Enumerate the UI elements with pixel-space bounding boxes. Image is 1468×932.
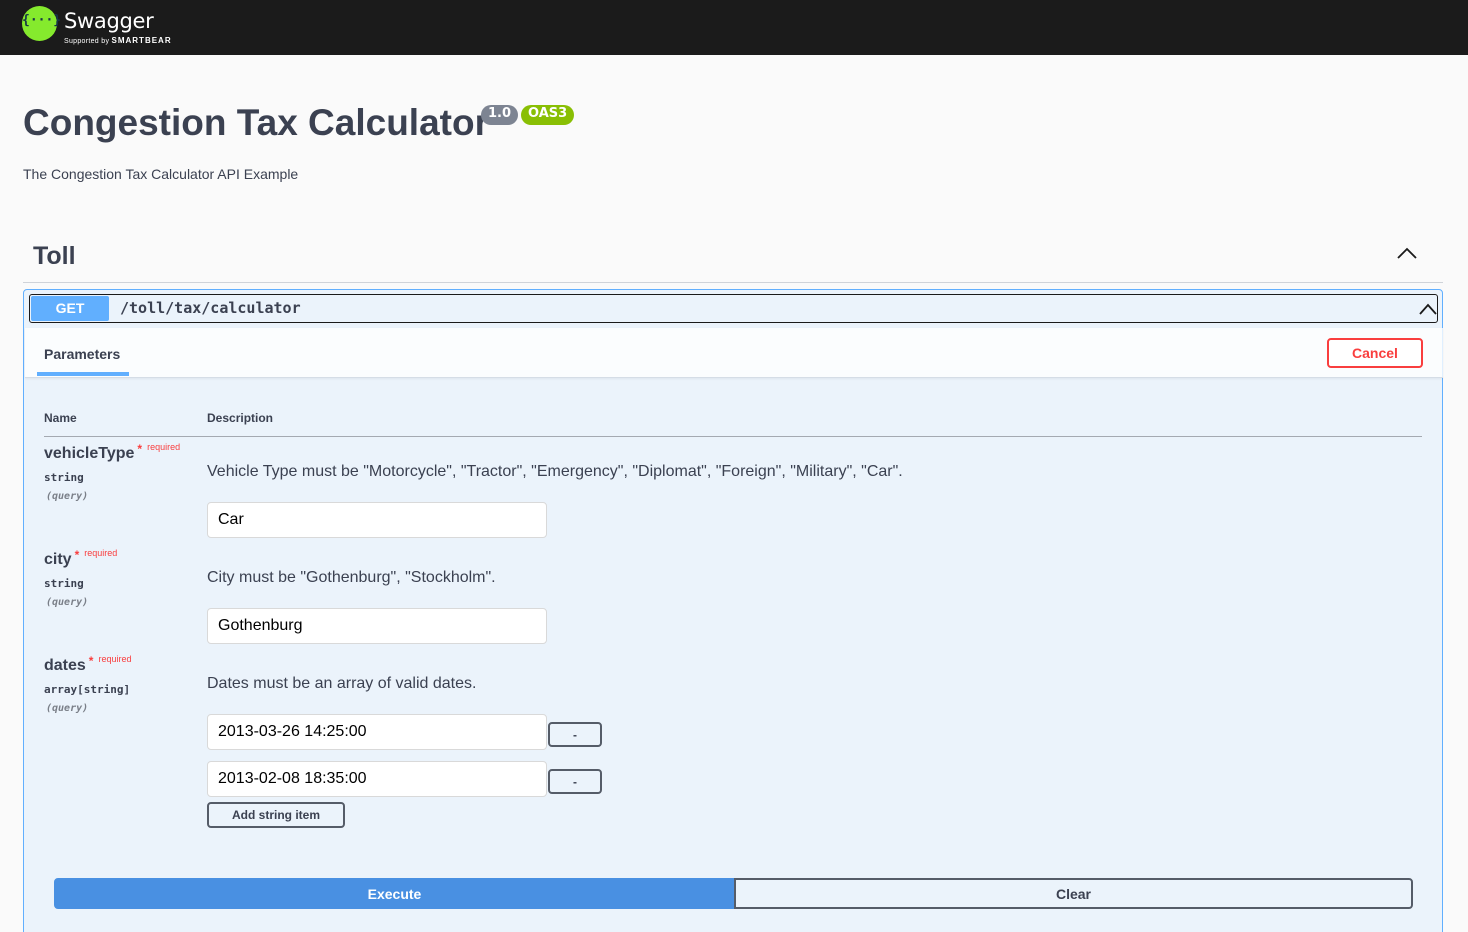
operation-summary[interactable]: GET /toll/tax/calculator	[29, 294, 1438, 323]
header-divider	[44, 436, 1422, 437]
required-star: *	[137, 442, 143, 456]
swagger-logo-icon: {···}	[22, 6, 62, 41]
page-title: Congestion Tax Calculator	[23, 102, 489, 143]
param-name-city: city * required	[44, 548, 118, 569]
param-type: string	[44, 471, 84, 484]
brand-name: Swagger	[64, 9, 154, 33]
api-description: The Congestion Tax Calculator API Exampl…	[23, 166, 299, 182]
operation-path: /toll/tax/calculator	[120, 299, 301, 317]
cancel-button[interactable]: Cancel	[1327, 338, 1423, 368]
logo-symbol: {···}	[22, 13, 62, 28]
date-item-input[interactable]	[207, 714, 547, 750]
param-name-vehicletype: vehicleType * required	[44, 442, 181, 463]
param-name-text: vehicleType	[44, 445, 135, 462]
tag-name: Toll	[33, 242, 76, 270]
required-star: *	[74, 548, 80, 562]
column-header-name: Name	[44, 411, 77, 425]
remove-item-button[interactable]: -	[548, 769, 602, 794]
vehicletype-input[interactable]	[207, 502, 547, 538]
topbar: {···} Swagger Supported by SMARTBEAR	[0, 0, 1468, 55]
tagline-prefix: Supported by	[64, 38, 110, 45]
param-location: (query)	[46, 597, 89, 608]
column-header-description: Description	[207, 411, 274, 425]
param-description: Dates must be an array of valid dates.	[207, 675, 477, 692]
chevron-up-icon[interactable]	[1396, 246, 1418, 260]
chevron-up-icon[interactable]	[1419, 302, 1437, 316]
required-label: required	[98, 654, 132, 664]
param-name-dates: dates * required	[44, 654, 132, 675]
required-star: *	[88, 654, 94, 668]
clear-button[interactable]: Clear	[734, 878, 1413, 909]
method-badge: GET	[31, 296, 109, 321]
param-description: City must be "Gothenburg", "Stockholm".	[207, 569, 496, 586]
swagger-logo[interactable]: {···} Swagger Supported by SMARTBEAR	[22, 6, 182, 48]
tab-underline	[37, 372, 129, 376]
tab-parameters[interactable]: Parameters	[44, 346, 120, 362]
param-type: string	[44, 577, 84, 590]
oas-badge: OAS3	[521, 105, 575, 125]
param-location: (query)	[46, 491, 89, 502]
param-name-text: dates	[44, 657, 86, 674]
add-string-item-button[interactable]: Add string item	[207, 802, 345, 828]
param-location: (query)	[46, 703, 89, 714]
required-label: required	[147, 442, 181, 452]
brand-tagline: Supported by SMARTBEAR	[64, 36, 172, 45]
required-label: required	[84, 548, 118, 558]
param-name-text: city	[44, 551, 72, 568]
tag-section-toll[interactable]: Toll	[23, 236, 1443, 283]
execute-button[interactable]: Execute	[54, 878, 735, 909]
version-badge: 1.0	[481, 105, 519, 125]
remove-item-button[interactable]: -	[548, 722, 602, 747]
parameters-header: Parameters Cancel	[25, 328, 1443, 378]
date-item-input[interactable]	[207, 761, 547, 797]
param-description: Vehicle Type must be "Motorcycle", "Trac…	[207, 463, 903, 480]
tagline-company: SMARTBEAR	[111, 36, 172, 45]
city-input[interactable]	[207, 608, 547, 644]
operation-block: GET /toll/tax/calculator Parameters Canc…	[23, 289, 1443, 932]
param-type: array[string]	[44, 683, 131, 696]
